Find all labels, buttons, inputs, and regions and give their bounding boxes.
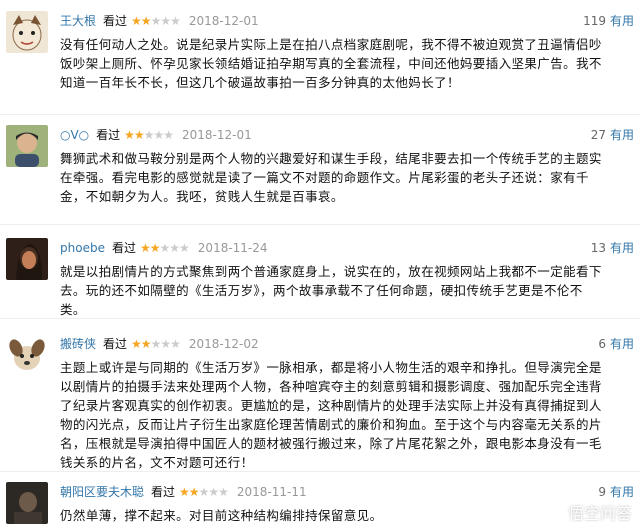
divider	[0, 224, 640, 225]
review-header: 朝阳区要夫木聪 看过 ★★★★★ 2018-11-11	[60, 482, 600, 502]
star-icon: ★	[140, 337, 152, 351]
useful-button[interactable]: 有用	[610, 241, 634, 255]
watermark-text: 悟空问答	[567, 504, 632, 523]
wukong-logo-icon	[545, 504, 564, 522]
star-icon: ★	[133, 128, 145, 142]
star-icon: ★	[208, 485, 219, 499]
username-link[interactable]: 王大根	[60, 14, 96, 28]
review-date: 2018-12-01	[188, 14, 259, 28]
vote-count: 6	[598, 337, 606, 351]
avatar[interactable]	[6, 11, 48, 53]
review-date: 2018-11-11	[236, 485, 307, 499]
review-header: 搬砖侠 看过 ★★★★★ 2018-12-02	[60, 334, 600, 354]
divider	[0, 114, 640, 115]
rating-stars: ★★★★★	[124, 125, 174, 145]
star-icon: ★	[139, 241, 151, 255]
watermark: 悟空问答	[545, 500, 632, 524]
star-icon: ★	[169, 241, 180, 255]
rating-stars: ★★★★★	[131, 334, 181, 354]
star-icon: ★	[150, 14, 162, 28]
star-icon: ★	[188, 485, 200, 499]
rating-stars: ★★★★★	[131, 11, 181, 31]
useful-button[interactable]: 有用	[610, 485, 634, 499]
star-icon: ★	[160, 337, 171, 351]
star-icon: ★	[159, 241, 171, 255]
avatar[interactable]	[6, 238, 48, 280]
watched-label: 看过	[111, 241, 136, 255]
star-icon: ★	[170, 14, 181, 28]
star-icon: ★	[198, 485, 210, 499]
star-icon: ★	[170, 337, 181, 351]
vote-block: 13 有用	[591, 238, 634, 258]
vote-count: 13	[590, 241, 606, 255]
vote-count: 9	[598, 485, 606, 499]
avatar[interactable]	[6, 125, 48, 167]
review-date: 2018-12-02	[188, 337, 259, 351]
useful-button[interactable]: 有用	[610, 337, 634, 351]
star-icon: ★	[163, 128, 174, 142]
star-icon: ★	[150, 337, 162, 351]
review-header: 王大根 看过 ★★★★★ 2018-12-01	[60, 11, 600, 31]
vote-block: 119 有用	[583, 11, 634, 31]
vote-block: 27 有用	[591, 125, 634, 145]
star-icon: ★	[140, 14, 152, 28]
review-content: 主题上或许是与同期的《生活万岁》一脉相承，都是将小人物生活的艰辛和挣扎。但导演完…	[60, 360, 602, 470]
star-icon: ★	[131, 337, 142, 351]
star-icon: ★	[179, 241, 190, 255]
star-icon: ★	[149, 241, 161, 255]
review-date: 2018-11-24	[197, 241, 268, 255]
rating-stars: ★★★★★	[179, 482, 229, 502]
username-link[interactable]: 搬砖侠	[60, 337, 96, 351]
watched-label: 看过	[151, 485, 176, 499]
review-header: phoebe 看过 ★★★★★ 2018-11-24	[60, 238, 600, 258]
review-header: ○V○ 看过 ★★★★★ 2018-12-01	[60, 125, 600, 145]
star-icon: ★	[160, 14, 171, 28]
star-icon: ★	[153, 128, 164, 142]
divider	[0, 471, 640, 472]
avatar[interactable]	[6, 334, 48, 376]
star-icon: ★	[131, 14, 142, 28]
watched-label: 看过	[103, 337, 128, 351]
useful-button[interactable]: 有用	[610, 128, 634, 142]
divider	[0, 318, 640, 319]
review-content: 舞狮武术和做马鞍分别是两个人物的兴趣爱好和谋生手段，结尾非要去扣一个传统手艺的主…	[60, 151, 602, 204]
watched-label: 看过	[103, 14, 128, 28]
avatar[interactable]	[6, 482, 48, 524]
username-link[interactable]: phoebe	[60, 241, 105, 255]
review-content: 仍然单薄，撑不起来。对目前这种结构编排持保留意见。	[60, 508, 383, 523]
vote-block: 9 有用	[598, 482, 634, 502]
vote-block: 6 有用	[598, 334, 634, 354]
username-link[interactable]: 朝阳区要夫木聪	[60, 485, 144, 499]
username-link[interactable]: ○V○	[60, 128, 89, 142]
star-icon: ★	[218, 485, 229, 499]
vote-count: 119	[583, 14, 606, 28]
star-icon: ★	[179, 485, 190, 499]
review-content: 就是以拍剧情片的方式聚焦到两个普通家庭身上，说实在的，放在视频网站上我都不一定能…	[60, 264, 602, 317]
review-date: 2018-12-01	[182, 128, 252, 142]
vote-count: 27	[590, 128, 606, 142]
rating-stars: ★★★★★	[139, 238, 190, 258]
watched-label: 看过	[96, 128, 121, 142]
star-icon: ★	[143, 128, 155, 142]
useful-button[interactable]: 有用	[610, 14, 634, 28]
star-icon: ★	[124, 128, 135, 142]
review-content: 没有任何动人之处。说是纪录片实际上是在拍八点档家庭剧呢，我不得不被迫观赏了丑逼情…	[60, 37, 602, 90]
